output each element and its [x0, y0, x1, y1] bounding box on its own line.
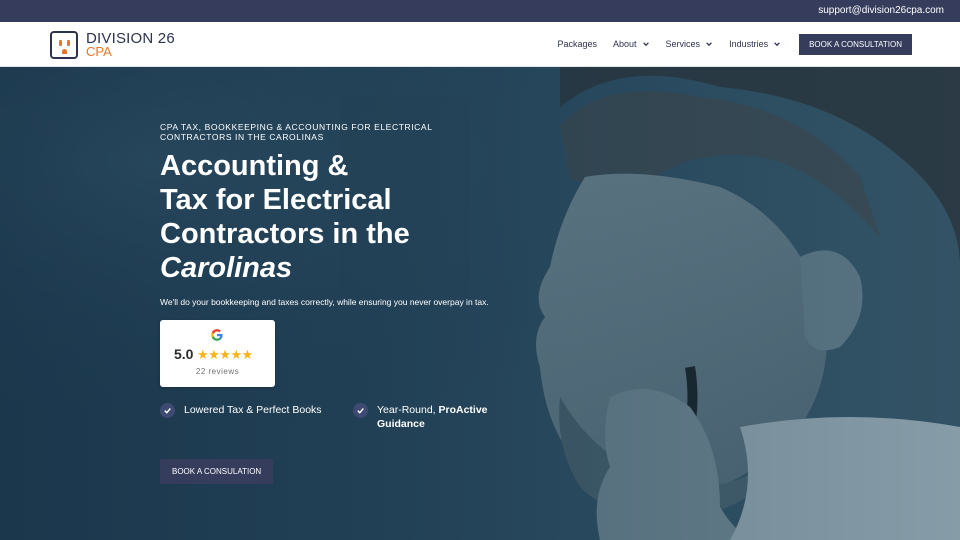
- support-email-link[interactable]: support@division26cpa.com: [818, 5, 944, 16]
- book-consultation-button[interactable]: BOOK A CONSULTATION: [799, 33, 912, 55]
- top-bar: support@division26cpa.com: [0, 0, 960, 22]
- hero-book-consultation-button[interactable]: BOOK A CONSULATION: [160, 459, 274, 484]
- logo[interactable]: DIVISION 26 CPA: [50, 30, 175, 59]
- chevron-down-icon: [642, 42, 649, 47]
- hero-headline: Accounting & Tax for Electrical Contract…: [160, 150, 410, 284]
- hero-kicker: CPA TAX, BOOKKEEPING & ACCOUNTING FOR EL…: [160, 122, 433, 142]
- check-icon: [160, 403, 175, 418]
- check-icon: [353, 403, 368, 418]
- feature-lowered-tax: Lowered Tax & Perfect Books: [160, 403, 322, 418]
- outlet-logo-icon: [50, 30, 78, 59]
- chevron-down-icon: [774, 42, 780, 47]
- feature-text: Lowered Tax & Perfect Books: [184, 404, 322, 416]
- logo-name: DIVISION 26: [86, 29, 175, 47]
- review-count: 22 reviews: [195, 367, 240, 376]
- hero-subtext: We'll do your bookkeeping and taxes corr…: [160, 297, 489, 307]
- hero-section: CPA TAX, BOOKKEEPING & ACCOUNTING FOR EL…: [0, 67, 960, 540]
- main-nav: Packages About Services Industries BOOK …: [557, 33, 912, 55]
- google-icon: [211, 329, 223, 341]
- nav-item-services[interactable]: Services: [666, 39, 714, 49]
- nav-item-packages[interactable]: Packages: [557, 39, 597, 49]
- google-review-badge[interactable]: 5.0 ★★★★★ 22 reviews: [160, 320, 275, 387]
- feature-year-round: Year-Round, ProActive Guidance: [353, 403, 503, 431]
- nav-item-about[interactable]: About: [613, 39, 650, 49]
- star-rating: ★★★★★: [197, 347, 253, 362]
- review-score: 5.0: [174, 346, 194, 362]
- nav-item-industries[interactable]: Industries: [729, 39, 781, 49]
- site-header: DIVISION 26 CPA Packages About Services …: [0, 22, 960, 67]
- feature-text: Year-Round, ProActive Guidance: [377, 404, 488, 430]
- chevron-down-icon: [706, 42, 712, 47]
